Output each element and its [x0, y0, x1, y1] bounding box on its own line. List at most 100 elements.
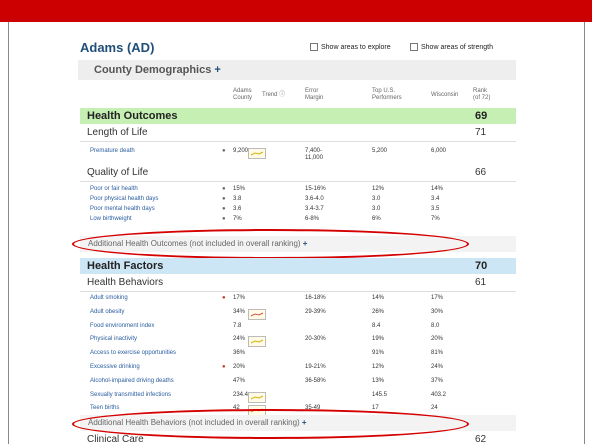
- state-value: 3.4: [431, 196, 440, 202]
- table-row: Excessive drinking ● 20% 19-21% 12% 24%: [80, 364, 516, 378]
- table-row: Adult smoking ● 17% 16-18% 14% 17%: [80, 295, 516, 309]
- health-outcomes-label: Health Outcomes: [87, 110, 178, 122]
- top-performer-value: 14%: [372, 295, 385, 301]
- health-outcomes-band: Health Outcomes 69: [80, 108, 516, 124]
- measure-link[interactable]: Adult obesity: [90, 309, 124, 315]
- top-performer-value: 6%: [372, 216, 381, 222]
- info-icon[interactable]: ●: [222, 196, 226, 202]
- col-error-margin: Error Margin: [305, 88, 324, 101]
- length-of-life-label: Length of Life: [87, 127, 148, 138]
- measure-link[interactable]: Teen births: [90, 405, 119, 411]
- col-top-performers: Top U.S. Performers: [372, 88, 402, 101]
- county-value: 17%: [233, 295, 246, 301]
- explore-label: Show areas to explore: [321, 43, 391, 51]
- state-value: 24: [431, 405, 438, 412]
- trend-graph-icon[interactable]: [248, 148, 266, 159]
- measure-link[interactable]: Physical inactivity: [90, 336, 137, 342]
- top-performer-value: 5,200: [372, 148, 388, 154]
- county-value: 7.8: [233, 322, 242, 329]
- state-value: 30%: [431, 308, 444, 315]
- clinical-care-header: Clinical Care 62: [80, 432, 516, 448]
- info-icon[interactable]: ●: [222, 364, 226, 370]
- checkbox-icon[interactable]: [310, 43, 318, 51]
- error-margin-value: 3.6-4.0: [305, 196, 324, 202]
- table-row: Food environment index 7.8 8.4 8.0: [80, 323, 516, 337]
- county-demographics-bar[interactable]: County Demographics +: [78, 60, 516, 80]
- county-value: 7%: [233, 216, 242, 222]
- county-value: 20%: [233, 364, 246, 370]
- county-value: 9,200: [233, 148, 249, 154]
- table-row: Access to exercise opportunities 36% 91% 81…: [80, 350, 516, 364]
- measure-link[interactable]: Food environment index: [90, 323, 154, 329]
- county-value: 36%: [233, 350, 246, 357]
- annotation-oval: [72, 229, 469, 259]
- state-value: 24%: [431, 364, 444, 370]
- error-margin-value: 3.4-3.7: [305, 206, 324, 212]
- table-row: Low birthweight ● 7% 6-8% 6% 7%: [80, 216, 516, 226]
- state-value: 17%: [431, 295, 444, 301]
- error-margin-value: 15-16%: [305, 186, 326, 192]
- table-row: Poor or fair health ● 15% 15-16% 12% 14%: [80, 186, 516, 196]
- top-performer-value: 3.0: [372, 196, 381, 202]
- measure-link[interactable]: Alcohol-impaired driving deaths: [90, 378, 174, 384]
- state-value: 8.0: [431, 322, 440, 329]
- info-icon[interactable]: ●: [222, 206, 226, 212]
- trend-graph-icon[interactable]: [248, 336, 266, 348]
- quality-of-life-header: Quality of Life 66: [80, 165, 516, 182]
- info-icon[interactable]: ●: [222, 295, 226, 301]
- measure-link[interactable]: Poor mental health days: [90, 206, 155, 212]
- county-value: 34%: [233, 308, 246, 315]
- county-value: 24%: [233, 336, 246, 343]
- error-margin-value: 29-39%: [305, 308, 326, 315]
- length-of-life-header: Length of Life 71: [80, 125, 516, 142]
- info-icon[interactable]: ⓘ: [279, 92, 285, 98]
- measure-link[interactable]: Poor physical health days: [90, 196, 158, 202]
- county-value: 15%: [233, 186, 246, 192]
- measure-link[interactable]: Access to exercise opportunities: [90, 350, 176, 356]
- top-performer-value: 12%: [372, 186, 385, 192]
- table-row: Alcohol-impaired driving deaths 47% 36-58%…: [80, 378, 516, 392]
- top-performer-value: 145.5: [372, 391, 388, 398]
- top-bar: [0, 0, 592, 22]
- top-performer-value: 12%: [372, 364, 385, 370]
- info-icon[interactable]: ●: [222, 216, 226, 222]
- trend-graph-icon[interactable]: [248, 308, 266, 320]
- show-areas-of-strength-toggle[interactable]: Show areas of strength: [410, 43, 493, 51]
- county-value: 234.4: [233, 391, 249, 398]
- top-performer-value: 13%: [372, 377, 385, 384]
- error-margin-value: 36-58%: [305, 377, 326, 384]
- health-behaviors-label: Health Behaviors: [87, 277, 164, 288]
- info-icon[interactable]: ●: [222, 186, 226, 192]
- state-value: 3.5: [431, 206, 440, 212]
- top-performer-value: 26%: [372, 308, 385, 315]
- checkbox-icon[interactable]: [410, 43, 418, 51]
- measure-link[interactable]: Sexually transmitted infections: [90, 392, 171, 398]
- show-areas-to-explore-toggle[interactable]: Show areas to explore: [310, 43, 391, 51]
- health-behaviors-rank: 61: [475, 277, 487, 288]
- info-icon[interactable]: ●: [222, 148, 226, 154]
- measure-link[interactable]: Adult smoking: [90, 295, 128, 301]
- measure-link[interactable]: Poor or fair health: [90, 186, 138, 192]
- error-margin-value: 20-30%: [305, 336, 326, 343]
- county-title: Adams (AD): [80, 40, 155, 55]
- table-row: Physical inactivity 24% 20-30% 19% 20%: [80, 336, 516, 350]
- error-margin-value: 16-18%: [305, 295, 326, 301]
- county-value: 47%: [233, 377, 246, 384]
- measure-link[interactable]: Premature death: [90, 148, 135, 154]
- state-value: 403.2: [431, 391, 447, 398]
- measure-link[interactable]: Low birthweight: [90, 216, 132, 222]
- health-factors-band: Health Factors 70: [80, 258, 516, 274]
- state-value: 14%: [431, 186, 444, 192]
- table-row: Poor physical health days ● 3.8 3.6-4.0 3.0 3…: [80, 196, 516, 206]
- col-county: Adams County: [233, 88, 253, 101]
- quality-of-life-label: Quality of Life: [87, 167, 149, 178]
- health-outcomes-rank: 69: [475, 110, 488, 122]
- error-margin-value: 7,400- 11,000: [305, 148, 323, 161]
- state-value: 37%: [431, 377, 444, 384]
- health-factors-rank: 70: [475, 260, 488, 272]
- trend-graph-icon[interactable]: [248, 391, 266, 403]
- expand-plus-icon[interactable]: +: [214, 64, 220, 76]
- table-row: Premature death ● 9,200 7,400- 11,000 5,200 6…: [80, 148, 516, 161]
- measure-link[interactable]: Excessive drinking: [90, 364, 140, 370]
- error-margin-value: 19-21%: [305, 364, 326, 370]
